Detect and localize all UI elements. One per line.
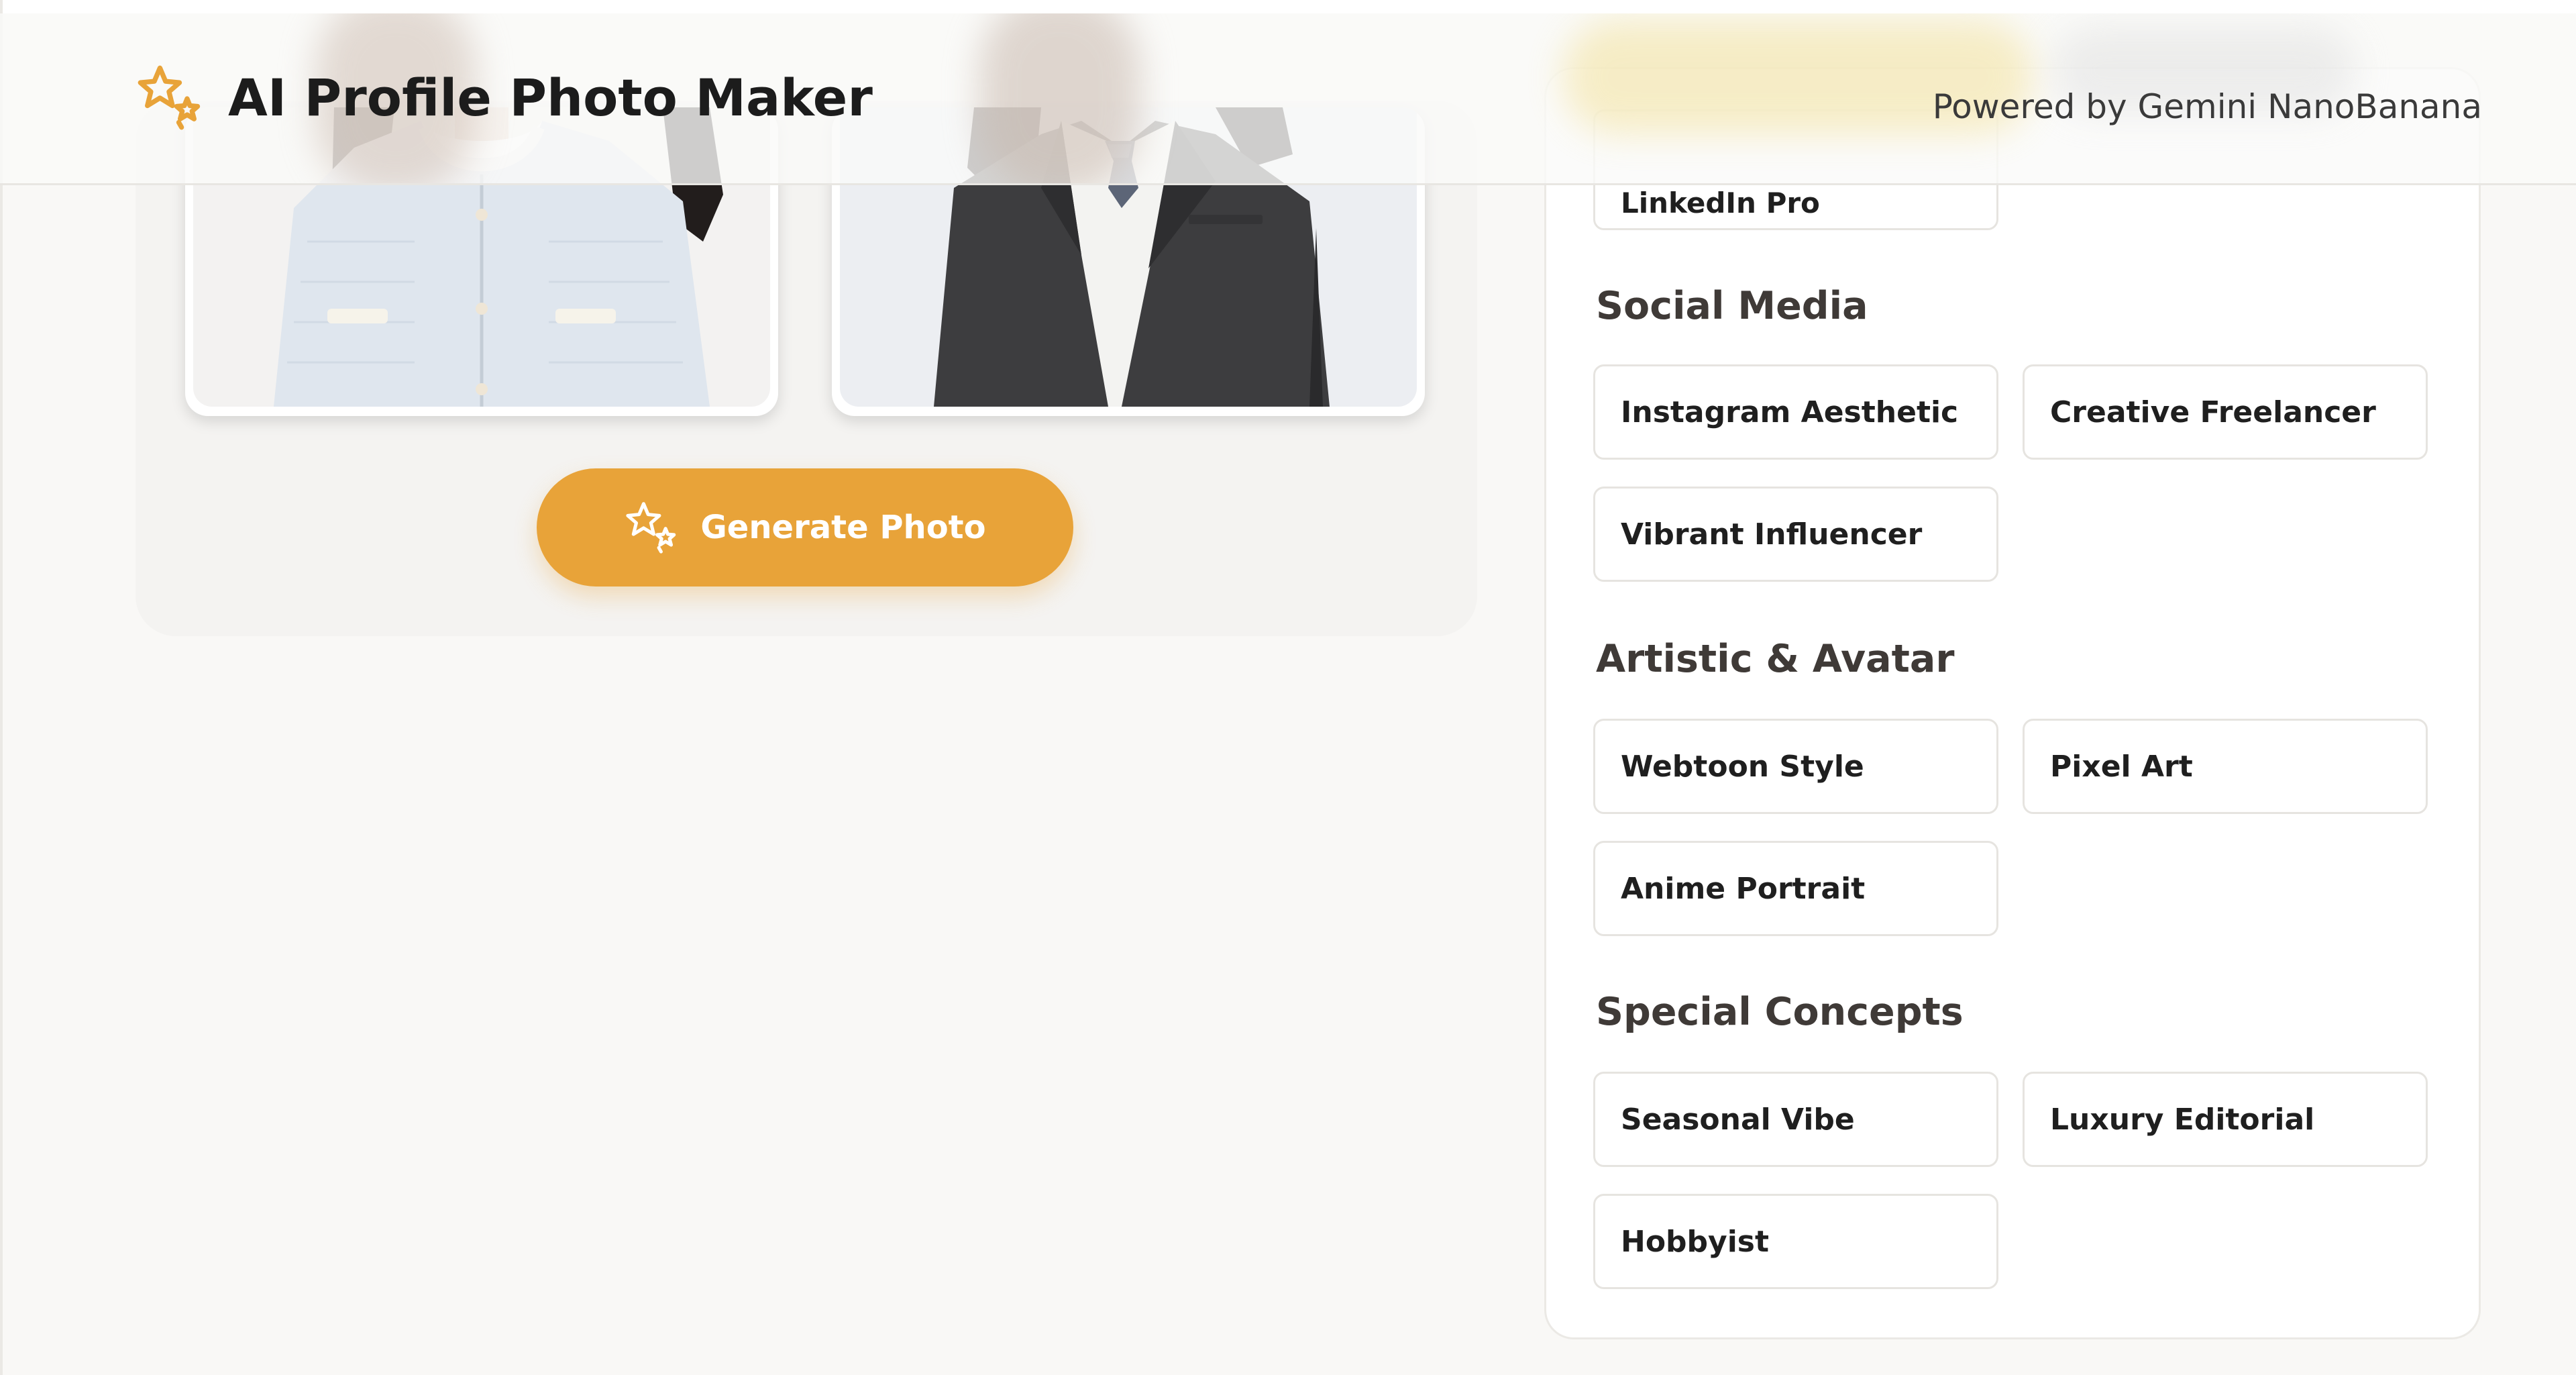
style-chip-vibrant-influencer[interactable]: Vibrant Influencer bbox=[1593, 487, 1998, 582]
style-chip-creative-freelancer[interactable]: Creative Freelancer bbox=[2023, 364, 2428, 460]
generate-photo-button[interactable]: Generate Photo bbox=[537, 468, 1073, 587]
page-top-strip bbox=[0, 0, 2576, 13]
section-title-special-concepts: Special Concepts bbox=[1596, 990, 1964, 1034]
section-title-artistic-avatar: Artistic & Avatar bbox=[1596, 637, 1955, 681]
sparkle-stars-icon bbox=[626, 502, 676, 554]
style-selection-panel: LinkedIn Pro Social Media Instagram Aest… bbox=[1544, 67, 2481, 1339]
brand[interactable]: AI Profile Photo Maker bbox=[136, 60, 873, 134]
style-chip-seasonal-vibe[interactable]: Seasonal Vibe bbox=[1593, 1072, 1998, 1167]
style-chip-luxury-editorial[interactable]: Luxury Editorial bbox=[2023, 1072, 2428, 1167]
style-chip-instagram-aesthetic[interactable]: Instagram Aesthetic bbox=[1593, 364, 1998, 460]
style-chip-pixel-art[interactable]: Pixel Art bbox=[2023, 719, 2428, 814]
section-title-social-media: Social Media bbox=[1596, 284, 1868, 328]
header-blur-ghost bbox=[979, 13, 1140, 183]
style-chip-label: LinkedIn Pro bbox=[1621, 187, 1820, 219]
sparkle-stars-icon bbox=[138, 65, 201, 130]
style-chip-webtoon-style[interactable]: Webtoon Style bbox=[1593, 719, 1998, 814]
window-edge bbox=[0, 0, 3, 1375]
generate-photo-label: Generate Photo bbox=[700, 509, 986, 546]
powered-by-text: Powered by Gemini NanoBanana bbox=[1932, 87, 2482, 126]
app-header: AI Profile Photo Maker Powered by Gemini… bbox=[0, 13, 2576, 185]
app-title: AI Profile Photo Maker bbox=[228, 67, 873, 128]
style-chip-hobbyist[interactable]: Hobbyist bbox=[1593, 1194, 1998, 1289]
style-chip-anime-portrait[interactable]: Anime Portrait bbox=[1593, 841, 1998, 936]
